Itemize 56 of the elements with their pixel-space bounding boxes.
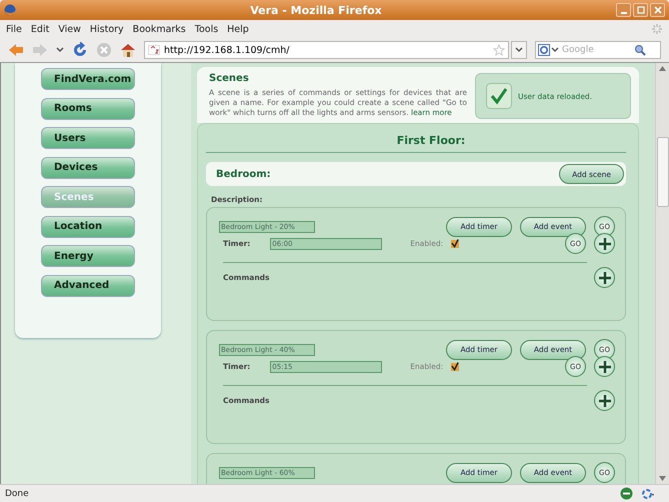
menu-item[interactable]: View	[58, 24, 81, 34]
home-icon[interactable]	[120, 42, 136, 58]
nav-button[interactable]: Energy	[41, 245, 135, 267]
nav-button[interactable]: Location	[41, 216, 135, 238]
window-title: Vera - Mozilla Firefox	[249, 4, 383, 16]
search-icon[interactable]	[634, 44, 646, 56]
star-icon[interactable]	[493, 44, 505, 56]
room-name: Bedroom:	[216, 168, 271, 180]
search-engine-icon[interactable]	[538, 44, 560, 56]
menu-item[interactable]: Help	[227, 24, 249, 34]
nav-button[interactable]: Advanced	[41, 274, 135, 296]
maximize-icon	[636, 6, 644, 14]
scroll-down-icon[interactable]	[659, 476, 666, 481]
nav-button[interactable]: Devices	[41, 156, 135, 178]
vertical-scrollbar[interactable]	[655, 63, 669, 484]
address-field[interactable]: http://192.168.1.109/cmh/	[144, 41, 509, 59]
add-command-button[interactable]	[594, 390, 615, 411]
close-button[interactable]	[650, 3, 665, 17]
search-field[interactable]: Google	[562, 45, 632, 55]
plus-icon	[598, 394, 612, 408]
history-dropdown-button[interactable]	[511, 41, 527, 59]
site-icon	[148, 45, 160, 55]
add-command-button[interactable]	[594, 267, 615, 288]
scroll-up-icon[interactable]	[659, 66, 666, 71]
caret-icon	[515, 47, 523, 53]
menu-item[interactable]: Bookmarks	[132, 24, 186, 34]
close-icon	[654, 6, 662, 14]
nav-button[interactable]: Rooms	[41, 98, 135, 120]
check-icon	[486, 83, 512, 109]
plus-icon	[598, 270, 612, 284]
nav-button[interactable]: Users	[41, 127, 135, 149]
enabled-checkbox[interactable]	[451, 362, 460, 370]
status-text: Done	[5, 488, 29, 498]
add-timer-icon-button[interactable]	[594, 233, 615, 254]
enabled-checkbox[interactable]	[451, 240, 460, 248]
firefox-icon	[4, 4, 16, 16]
adblock-icon[interactable]	[620, 487, 633, 500]
sync-icon[interactable]	[641, 488, 655, 500]
scroll-thumb[interactable]	[656, 137, 668, 207]
menu-item[interactable]: Tools	[194, 24, 218, 34]
minimize-button[interactable]	[616, 3, 631, 17]
menu-item[interactable]: Edit	[30, 24, 50, 34]
menu-item[interactable]: File	[6, 24, 22, 34]
plus-icon	[598, 360, 612, 374]
throbber-icon	[651, 23, 663, 35]
section-title: Scenes	[209, 73, 250, 84]
plus-icon	[598, 236, 612, 250]
back-icon[interactable]	[8, 43, 24, 57]
nav-button[interactable]: FindVera.com	[41, 68, 135, 90]
reload-icon[interactable]	[72, 42, 88, 58]
maximize-button[interactable]	[633, 3, 648, 17]
add-timer-icon-button[interactable]	[594, 356, 615, 377]
dropdown-icon[interactable]	[56, 47, 64, 53]
menu-item[interactable]: History	[90, 24, 124, 34]
floor-title: First Floor:	[206, 134, 626, 153]
search-box[interactable]: Google	[535, 41, 661, 59]
